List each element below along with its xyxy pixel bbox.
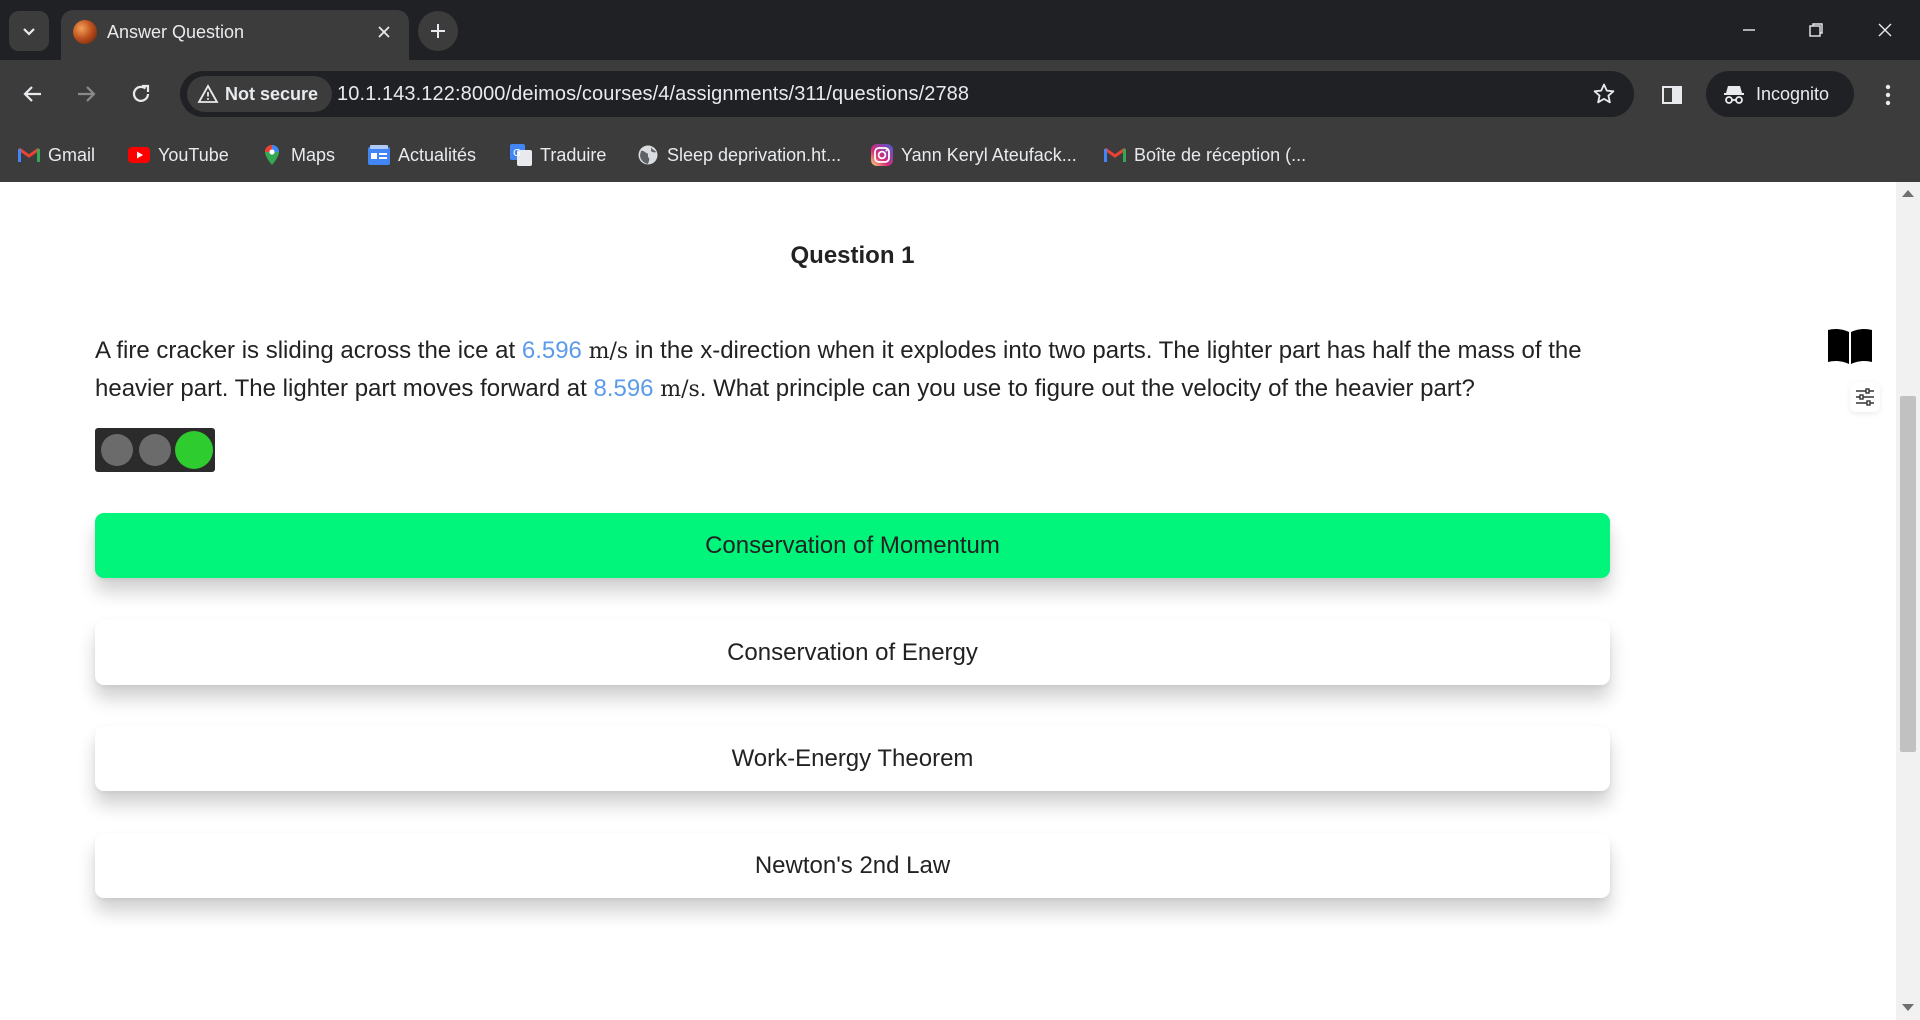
plus-icon (431, 24, 445, 38)
back-button[interactable] (13, 74, 53, 114)
arrow-right-icon (78, 86, 96, 102)
bookmark-boite-de-reception[interactable]: Boîte de réception (... (1104, 142, 1306, 168)
incognito-indicator[interactable]: Incognito (1706, 71, 1854, 117)
scroll-up-arrow-icon[interactable] (1902, 190, 1914, 197)
status-light-green (175, 431, 213, 469)
incognito-label: Incognito (1756, 83, 1830, 104)
svg-text:G: G (513, 148, 521, 159)
tab-close-button[interactable] (371, 19, 397, 45)
incognito-icon (1724, 86, 1744, 104)
browser-toolbar: Not secure 10.1.143.122:8000/deimos/cour… (0, 60, 1920, 128)
address-bar[interactable]: Not secure 10.1.143.122:8000/deimos/cour… (180, 71, 1634, 117)
minimize-icon (1743, 29, 1755, 31)
more-vertical-icon (1885, 84, 1891, 106)
velocity-unit: m/s (588, 339, 629, 364)
page-scrollbar[interactable] (1896, 182, 1920, 1020)
bookmark-maps[interactable]: Maps (261, 142, 335, 168)
warning-triangle-icon (197, 84, 219, 103)
close-window-button[interactable] (1862, 8, 1908, 52)
tab-title: Answer Question (107, 22, 245, 42)
question-text-part: A fire cracker is sliding across the ice… (95, 337, 522, 364)
bookmark-actualites[interactable]: Actualités (368, 142, 476, 168)
status-light-off (139, 434, 171, 466)
bookmark-instagram[interactable]: Yann Keryl Ateufack... (871, 142, 1077, 168)
velocity-unit: m/s (660, 377, 700, 402)
news-icon (368, 144, 390, 166)
status-traffic-light (95, 428, 215, 472)
bookmark-youtube[interactable]: YouTube (128, 142, 229, 168)
instagram-icon (871, 144, 893, 166)
new-tab-button[interactable] (418, 11, 458, 51)
chevron-down-icon (23, 28, 35, 36)
security-label: Not secure (225, 83, 319, 104)
browser-tab[interactable]: Answer Question (61, 10, 409, 60)
answer-option[interactable]: Work-Energy Theorem (95, 726, 1610, 791)
gmail-icon (18, 144, 40, 166)
forward-button[interactable] (66, 74, 106, 114)
globe-icon (637, 144, 659, 166)
bookmark-label: Yann Keryl Ateufack... (901, 144, 1077, 165)
scroll-down-arrow-icon[interactable] (1902, 1004, 1914, 1011)
question-text: A fire cracker is sliding across the ice… (95, 332, 1615, 408)
close-icon (1878, 23, 1892, 37)
close-icon (378, 26, 390, 38)
velocity-value: 6.596 (521, 337, 582, 364)
bookmarks-bar: Gmail YouTube Maps Actualités G Traduire… (0, 128, 1920, 183)
reference-book-button[interactable] (1818, 314, 1882, 378)
minimize-button[interactable] (1726, 8, 1772, 52)
bookmark-gmail[interactable]: Gmail (18, 142, 95, 168)
bookmark-label: Actualités (398, 144, 477, 165)
browser-menu-button[interactable] (1868, 75, 1908, 115)
restore-icon (1809, 23, 1823, 37)
bookmark-label: YouTube (158, 144, 229, 165)
question-text-part: . What principle can you use to figure o… (699, 375, 1475, 402)
restore-button[interactable] (1793, 8, 1839, 52)
tab-search-button[interactable] (9, 11, 49, 51)
bookmark-star-button[interactable] (1590, 80, 1618, 108)
youtube-icon (128, 144, 150, 166)
url-text[interactable]: 10.1.143.122:8000/deimos/courses/4/assig… (337, 82, 969, 106)
site-favicon-icon (73, 20, 97, 44)
bookmark-label: Maps (291, 144, 336, 165)
bookmark-label: Gmail (48, 144, 96, 165)
star-icon (1593, 83, 1615, 104)
side-panel-button[interactable] (1652, 75, 1692, 115)
translate-icon: G (510, 144, 532, 166)
tab-strip: Answer Question (0, 0, 1920, 60)
velocity-value: 8.596 (593, 375, 654, 402)
arrow-left-icon (23, 86, 41, 102)
maps-icon (261, 144, 283, 166)
security-indicator[interactable]: Not secure (187, 76, 333, 112)
answer-option-selected[interactable]: Conservation of Momentum (95, 513, 1610, 578)
bookmark-label: Traduire (540, 144, 607, 165)
bookmark-sleep-deprivation[interactable]: Sleep deprivation.ht... (637, 142, 841, 168)
settings-sliders-button[interactable] (1850, 382, 1880, 412)
bookmark-label: Sleep deprivation.ht... (667, 144, 842, 165)
book-icon (1828, 328, 1872, 364)
reload-button[interactable] (121, 74, 161, 114)
status-light-off (101, 434, 133, 466)
reload-icon (132, 84, 150, 102)
bookmark-traduire[interactable]: G Traduire (510, 142, 606, 168)
question-title: Question 1 (790, 242, 915, 269)
answer-option[interactable]: Conservation of Energy (95, 620, 1610, 685)
bookmark-label: Boîte de réception (... (1134, 144, 1307, 165)
sliders-icon (1856, 388, 1874, 406)
answer-option[interactable]: Newton's 2nd Law (95, 833, 1610, 898)
side-panel-icon (1662, 86, 1682, 104)
scrollbar-thumb[interactable] (1900, 396, 1916, 752)
gmail-icon (1104, 144, 1126, 166)
page-content: Question 1 A fire cracker is sliding acr… (0, 182, 1896, 1020)
